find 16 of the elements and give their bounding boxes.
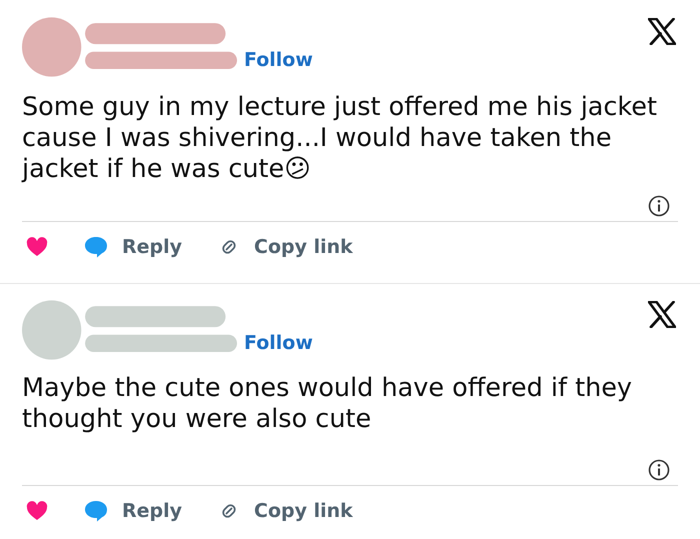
x-logo-icon[interactable] (648, 301, 676, 328)
reply-button[interactable]: Reply (84, 236, 182, 258)
follow-link[interactable]: Follow (244, 48, 313, 72)
heart-icon[interactable] (26, 501, 48, 521)
copy-link-button[interactable]: Copy link (218, 236, 353, 258)
tweet-text: Some guy in my lecture just offered me his jacket cause I was shivering...I would have taken the jacket if he was cute😕 (22, 92, 658, 185)
info-icon[interactable] (648, 459, 670, 481)
tweet-text: Maybe the cute ones would have offered if they thought you were also cute (22, 373, 634, 435)
heart-icon[interactable] (26, 237, 48, 257)
speech-bubble-icon (84, 236, 108, 258)
reply-button[interactable]: Reply (84, 500, 182, 522)
follow-link[interactable]: Follow (244, 331, 313, 355)
speech-bubble-icon (84, 500, 108, 522)
info-icon[interactable] (648, 195, 670, 217)
x-logo-icon[interactable] (648, 18, 676, 45)
copy-link-button[interactable]: Copy link (218, 500, 353, 522)
